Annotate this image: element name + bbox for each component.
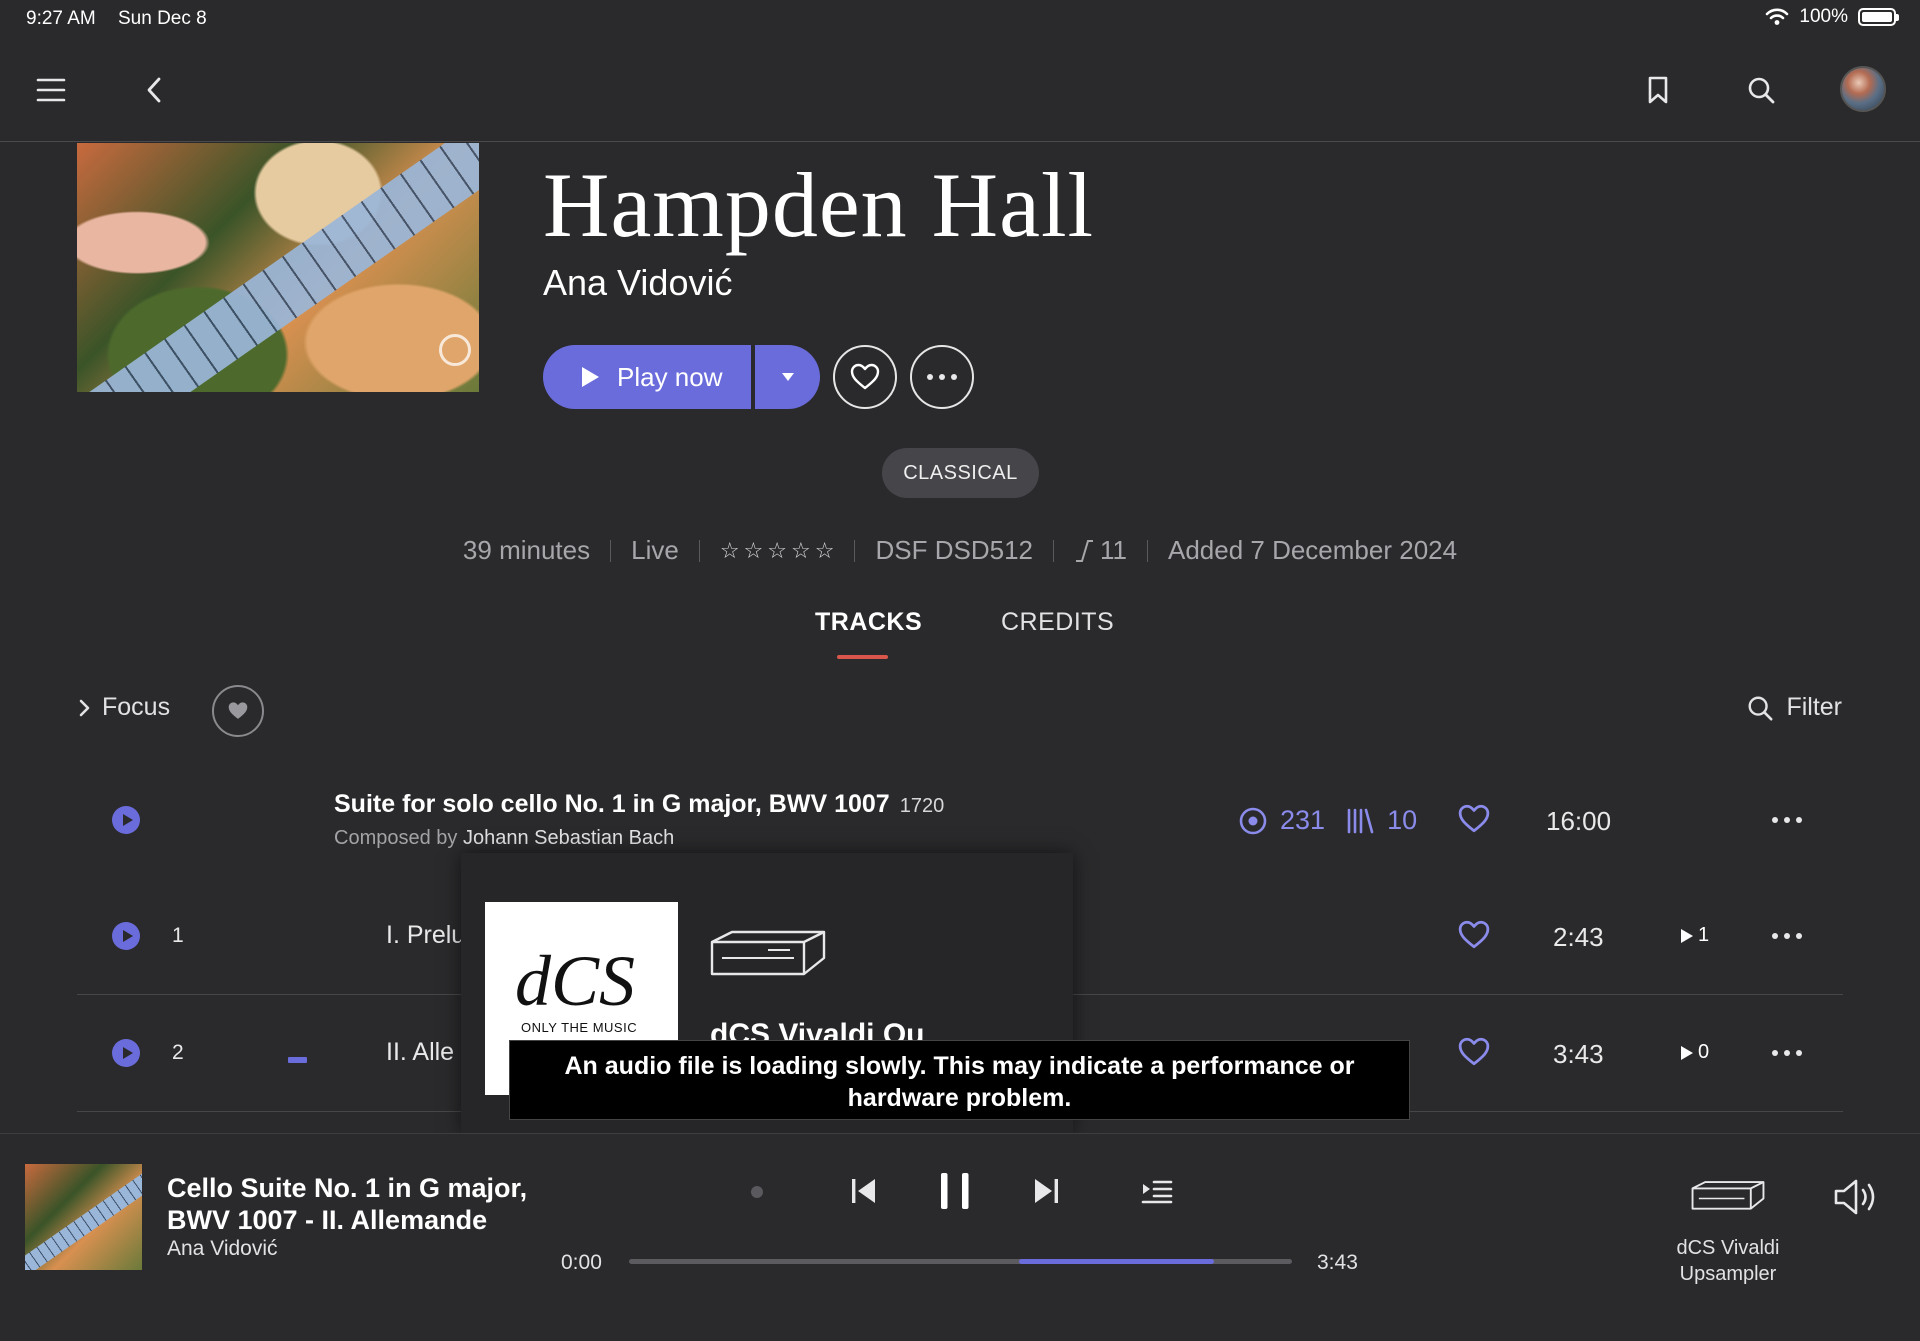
versions-count: 10: [1387, 805, 1418, 835]
ellipsis-icon: [927, 374, 957, 380]
work-more-icon[interactable]: [1772, 817, 1802, 823]
play-track-2-button[interactable]: [112, 1039, 140, 1067]
star-icon: ☆: [814, 537, 835, 563]
track-more-icon[interactable]: [1772, 933, 1802, 939]
album-cover: [77, 143, 479, 392]
work-favorite-heart-icon[interactable]: [1458, 804, 1490, 839]
status-dot: [751, 1186, 763, 1198]
heart-icon: [228, 702, 248, 719]
play-track-1-button[interactable]: [112, 922, 140, 950]
added-date: Added 7 December 2024: [1167, 535, 1458, 565]
total-time: 3:43: [1317, 1251, 1358, 1274]
search-icon: [1748, 696, 1773, 721]
track-play-count: 1: [1680, 924, 1709, 947]
search-icon[interactable]: [1733, 62, 1789, 118]
avatar[interactable]: [1840, 66, 1886, 112]
battery-icon: [1858, 8, 1899, 26]
top-navigation: [0, 40, 1920, 142]
queue-icon[interactable]: [1140, 1178, 1174, 1209]
track-count: 11: [1074, 535, 1127, 566]
battery-percent: 100%: [1799, 6, 1848, 27]
play-options-dropdown[interactable]: [755, 345, 820, 409]
now-playing-indicator: [288, 1057, 307, 1063]
audio-format: DSF DSD512: [875, 535, 1033, 565]
pause-icon[interactable]: [936, 1170, 974, 1217]
work-title[interactable]: Suite for solo cello No. 1 in G major, B…: [334, 790, 944, 819]
album-title: Hampden Hall: [543, 154, 1095, 256]
player-bar: [0, 1133, 1920, 1341]
now-playing-title[interactable]: Cello Suite No. 1 in G major, BWV 1007 -…: [167, 1172, 587, 1236]
play-count-icon: [1681, 928, 1693, 943]
track-2-heart-icon[interactable]: [1458, 1037, 1490, 1072]
progress-bar[interactable]: [629, 1259, 1292, 1264]
track-play-count: 0: [1680, 1041, 1709, 1064]
buffer-segment: [1019, 1259, 1214, 1264]
focus-label: Focus: [102, 693, 171, 721]
warning-toast: An audio file is loading slowly. This ma…: [509, 1040, 1410, 1120]
star-icon: ☆: [767, 537, 788, 563]
filter-button[interactable]: Filter: [1746, 693, 1842, 722]
filter-label: Filter: [1786, 693, 1842, 721]
star-icon: ☆: [791, 537, 811, 563]
status-date: Sun Dec 8: [118, 8, 207, 29]
star-icon: ☆: [719, 537, 740, 563]
status-bar: 9:27 AM Sun Dec 8 100%: [0, 0, 1920, 40]
output-device-label[interactable]: dCS Vivaldi Upsampler: [1640, 1235, 1816, 1287]
status-time: 9:27 AM: [26, 8, 96, 29]
track-title[interactable]: II. Alle: [386, 1038, 462, 1067]
listeners-icon: [1239, 807, 1267, 834]
genre-tag[interactable]: CLASSICAL: [882, 448, 1039, 498]
output-device-icon[interactable]: [1690, 1178, 1766, 1219]
play-count-icon: [1681, 1045, 1693, 1060]
status-indicators: 100%: [1765, 6, 1899, 28]
track-duration: 2:43: [1553, 922, 1604, 952]
cover-badge-icon: [439, 334, 471, 366]
elapsed-time: 0:00: [561, 1251, 602, 1274]
favorite-button[interactable]: [833, 345, 897, 409]
play-work-button[interactable]: [112, 806, 140, 834]
composer-link[interactable]: Johann Sebastian Bach: [463, 827, 674, 849]
versions-icon: [1347, 808, 1374, 833]
menu-icon[interactable]: [23, 62, 79, 118]
chevron-right-icon: [79, 699, 90, 716]
album-type: Live: [631, 535, 679, 565]
heart-icon: [850, 363, 880, 390]
track-title[interactable]: I. Prelu: [386, 921, 462, 950]
track-number: 2: [172, 1041, 184, 1064]
work-duration: 16:00: [1546, 806, 1612, 836]
volume-icon[interactable]: [1832, 1177, 1882, 1222]
previous-track-icon[interactable]: [848, 1175, 880, 1212]
bookmark-icon[interactable]: [1630, 62, 1686, 118]
track-more-icon[interactable]: [1772, 1050, 1802, 1056]
track-duration: 3:43: [1553, 1039, 1604, 1069]
next-track-icon[interactable]: [1030, 1175, 1062, 1212]
active-tab-indicator: [837, 655, 888, 659]
play-icon: [582, 367, 599, 387]
favorites-filter-button[interactable]: [212, 685, 264, 737]
listeners-count: 231: [1280, 805, 1326, 835]
album-duration: 39 minutes: [462, 535, 591, 565]
work-year: 1720: [899, 795, 945, 817]
play-now-button[interactable]: Play now: [543, 345, 751, 409]
track-count-icon: [1075, 539, 1093, 562]
focus-toggle[interactable]: Focus: [78, 693, 170, 722]
caret-down-icon: [781, 373, 794, 381]
play-now-label: Play now: [617, 361, 723, 392]
work-stats: 231 10: [1238, 805, 1417, 836]
more-options-button[interactable]: [910, 345, 974, 409]
track-number: 1: [172, 924, 184, 947]
star-icon: ☆: [743, 537, 764, 563]
album-metadata: 39 minutes Live ☆ ☆ ☆ ☆ ☆ DSF DSD512 11 …: [0, 535, 1920, 566]
now-playing-artist[interactable]: Ana Vidović: [167, 1237, 278, 1261]
track-1-heart-icon[interactable]: [1458, 920, 1490, 955]
rating-stars[interactable]: ☆ ☆ ☆ ☆ ☆: [720, 538, 835, 564]
wifi-icon: [1766, 8, 1789, 25]
device-icon: [708, 928, 828, 985]
tab-tracks[interactable]: TRACKS: [815, 608, 922, 637]
work-composer: Composed by Johann Sebastian Bach: [334, 827, 675, 849]
now-playing-cover[interactable]: [25, 1164, 142, 1270]
album-artist[interactable]: Ana Vidović: [543, 262, 732, 304]
tab-credits[interactable]: CREDITS: [1001, 608, 1114, 637]
back-icon[interactable]: [126, 62, 182, 118]
